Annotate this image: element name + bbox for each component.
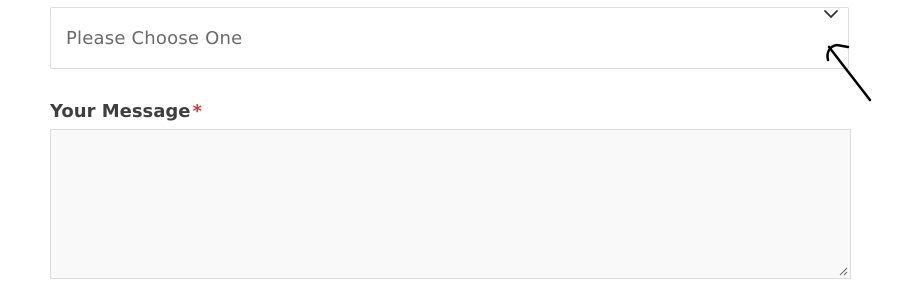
required-asterisk: *: [192, 101, 202, 122]
chevron-down-icon[interactable]: [823, 8, 839, 20]
resize-handle-icon[interactable]: [838, 266, 848, 276]
topic-select[interactable]: Please Choose One: [50, 7, 849, 69]
message-label-text: Your Message: [50, 101, 191, 122]
arrow-annotation-icon: [826, 43, 872, 102]
select-value: Please Choose One: [66, 28, 243, 49]
message-textarea[interactable]: [50, 129, 851, 279]
message-label: Your Message *: [50, 101, 202, 122]
